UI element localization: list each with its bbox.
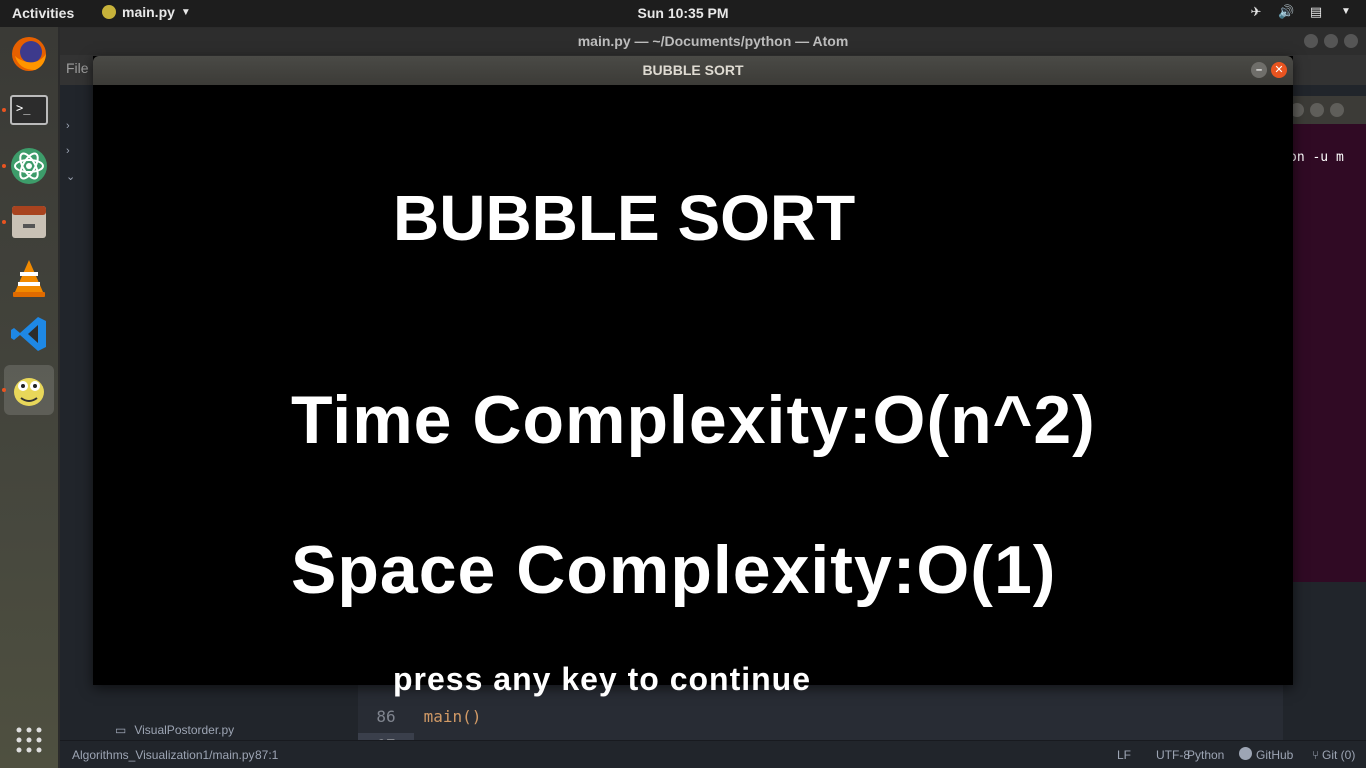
pygame-icon[interactable]: [2, 365, 54, 415]
status-encoding[interactable]: UTF-8: [1156, 748, 1190, 762]
files-icon[interactable]: [2, 197, 54, 247]
terminal-icon[interactable]: >_: [2, 85, 54, 135]
vlc-icon[interactable]: [4, 253, 54, 303]
status-github[interactable]: GitHub: [1256, 748, 1293, 762]
editor-line[interactable]: 86 main(): [358, 707, 1283, 733]
github-icon: [1239, 747, 1252, 760]
app-menu-label: main.py: [122, 4, 175, 20]
maximize-icon[interactable]: [1324, 34, 1338, 48]
atom-window-title: main.py — ~/Documents/python — Atom: [577, 33, 849, 49]
menu-file[interactable]: File: [66, 60, 89, 76]
heading-text: BUBBLE SORT: [393, 182, 856, 254]
minimize-icon[interactable]: –: [1251, 62, 1267, 78]
window-title: BUBBLE SORT: [642, 62, 744, 78]
close-icon[interactable]: [1344, 34, 1358, 48]
status-line-ending[interactable]: LF: [1117, 748, 1131, 762]
status-grammar[interactable]: Python: [1187, 748, 1224, 762]
vscode-icon[interactable]: [4, 309, 54, 359]
terminal-output: on -u m: [1289, 150, 1344, 165]
status-cursor-position[interactable]: 87:1: [255, 748, 278, 762]
file-icon: ▭: [115, 723, 127, 737]
app-menu[interactable]: main.py ▼: [102, 4, 191, 20]
time-complexity-text: Time Complexity:O(n^2): [291, 382, 1096, 458]
dock: >_: [0, 27, 58, 768]
tree-file-item[interactable]: ▭ VisualPostorder.py: [115, 723, 234, 737]
show-applications-icon[interactable]: [4, 715, 54, 765]
line-number: 86: [376, 707, 396, 726]
volume-icon[interactable]: 🔊: [1278, 4, 1294, 20]
close-icon[interactable]: ✕: [1271, 62, 1287, 78]
activities-button[interactable]: Activities: [12, 5, 74, 21]
top-bar: Activities main.py ▼ Sun 10:35 PM ✈ 🔊 ▤ …: [0, 0, 1366, 27]
system-tray[interactable]: ✈ 🔊 ▤ ▼: [1248, 4, 1354, 20]
atom-title-bar: main.py — ~/Documents/python — Atom: [60, 28, 1366, 55]
git-icon: ⑂: [1312, 748, 1320, 762]
chevron-down-icon[interactable]: ▼: [1338, 4, 1354, 20]
atom-icon[interactable]: [2, 141, 54, 191]
minimize-icon[interactable]: [1304, 34, 1318, 48]
tree-folder-row[interactable]: ›: [66, 120, 70, 132]
clock[interactable]: Sun 10:35 PM: [0, 5, 1366, 21]
tree-file-label: VisualPostorder.py: [134, 723, 235, 737]
status-git[interactable]: Git (0): [1322, 748, 1355, 762]
bubble-sort-window[interactable]: BUBBLE SORT – ✕ BUBBLE SORT Time Complex…: [93, 56, 1293, 697]
maximize-icon[interactable]: [1310, 103, 1324, 117]
chevron-down-icon: ▼: [180, 6, 191, 18]
svg-text:>_: >_: [16, 101, 31, 115]
airplane-mode-icon[interactable]: ✈: [1248, 4, 1264, 20]
window-title-bar[interactable]: BUBBLE SORT – ✕: [93, 56, 1293, 85]
space-complexity-text: Space Complexity:O(1): [291, 532, 1057, 608]
tree-folder-row[interactable]: ›: [66, 145, 70, 157]
tree-folder-row[interactable]: ⌄: [66, 170, 75, 183]
status-bar: Algorithms_Visualization1/main.py 87:1 L…: [60, 740, 1366, 768]
clipboard-icon[interactable]: ▤: [1308, 4, 1324, 20]
close-icon[interactable]: [1330, 103, 1344, 117]
continue-prompt-text: press any key to continue: [393, 661, 812, 697]
pygame-canvas[interactable]: BUBBLE SORT Time Complexity:O(n^2) Space…: [93, 85, 1293, 697]
code-text: main(): [423, 707, 482, 726]
firefox-icon[interactable]: [4, 29, 54, 79]
pygame-app-icon: [102, 5, 116, 19]
status-file-path[interactable]: Algorithms_Visualization1/main.py: [72, 748, 255, 762]
